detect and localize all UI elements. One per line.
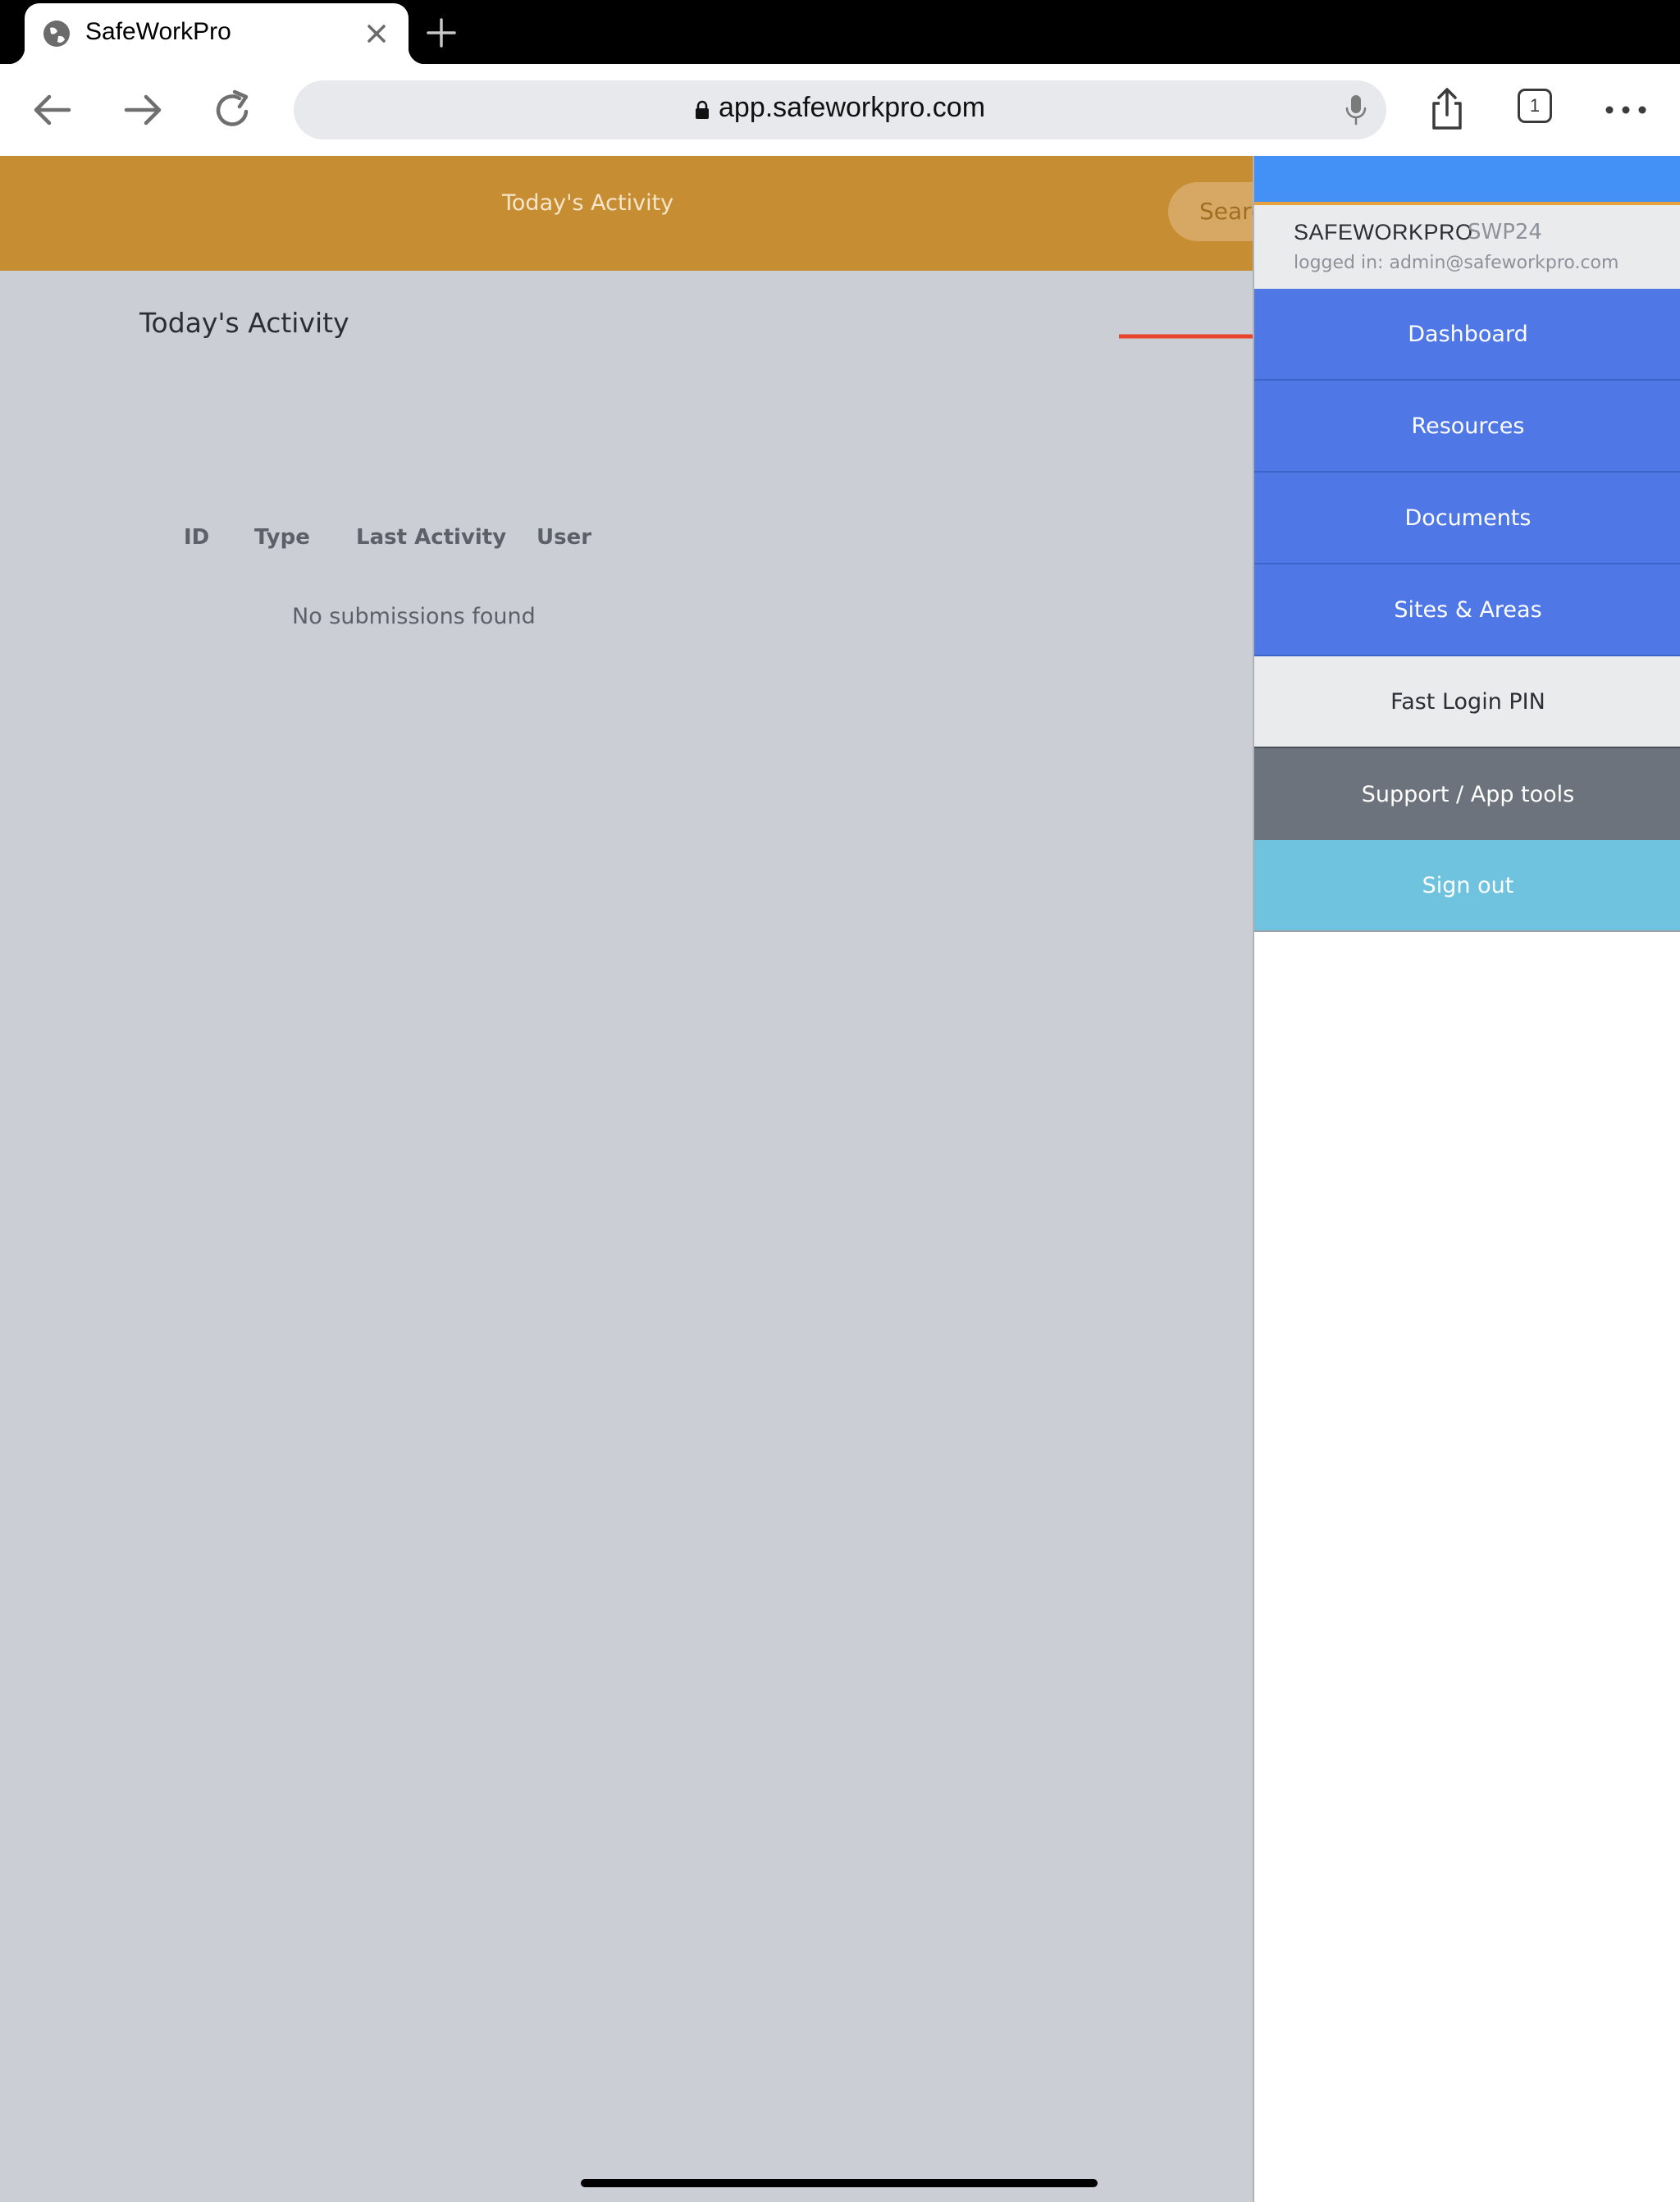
browser-tab[interactable]: SafeWorkPro — [8, 3, 425, 64]
share-icon[interactable] — [1424, 87, 1470, 133]
column-header-id[interactable]: ID — [184, 525, 209, 550]
logged-in-user: logged in: admin@safeworkpro.com — [1294, 253, 1619, 273]
tab-count-button[interactable]: 1 — [1518, 89, 1552, 123]
menu-top-bar — [1254, 156, 1680, 205]
forward-arrow-icon[interactable] — [120, 87, 166, 133]
more-icon[interactable] — [1603, 87, 1649, 133]
reload-icon[interactable] — [210, 87, 256, 133]
side-menu: SAFEWORKPRO SWP24 logged in: admin@safew… — [1253, 156, 1680, 2202]
empty-state-message: No submissions found — [292, 604, 536, 629]
column-header-last-activity[interactable]: Last Activity — [356, 525, 506, 550]
menu-item-support-app-tools[interactable]: Support / App tools — [1254, 748, 1680, 840]
column-header-type[interactable]: Type — [254, 525, 310, 550]
back-arrow-icon[interactable] — [30, 87, 75, 133]
menu-item-sign-out[interactable]: Sign out — [1254, 840, 1680, 932]
globe-icon — [43, 21, 70, 47]
menu-item-dashboard[interactable]: Dashboard — [1254, 289, 1680, 381]
home-indicator — [581, 2179, 1098, 2187]
url-text: app.safeworkpro.com — [719, 92, 986, 123]
menu-item-documents[interactable]: Documents — [1254, 473, 1680, 564]
column-header-user[interactable]: User — [536, 525, 591, 550]
brand-name: SAFEWORKPRO — [1294, 220, 1473, 244]
menu-item-sites-areas[interactable]: Sites & Areas — [1254, 564, 1680, 656]
header-title: Today's Activity — [502, 190, 674, 216]
lock-icon — [696, 100, 709, 119]
browser-tab-bar: SafeWorkPro — [0, 0, 1680, 64]
address-bar[interactable]: app.safeworkpro.com — [294, 80, 1386, 139]
plus-icon[interactable] — [423, 15, 459, 51]
page-title: Today's Activity — [139, 307, 349, 339]
user-info: SAFEWORKPRO SWP24 logged in: admin@safew… — [1254, 205, 1680, 289]
menu-item-fast-login-pin[interactable]: Fast Login PIN — [1254, 656, 1680, 748]
tab-title: SafeWorkPro — [85, 18, 231, 45]
brand-code: SWP24 — [1468, 220, 1542, 244]
close-icon[interactable] — [363, 20, 390, 48]
menu-item-resources[interactable]: Resources — [1254, 381, 1680, 473]
microphone-icon[interactable] — [1344, 94, 1368, 126]
browser-toolbar: app.safeworkpro.com 1 — [0, 64, 1680, 156]
